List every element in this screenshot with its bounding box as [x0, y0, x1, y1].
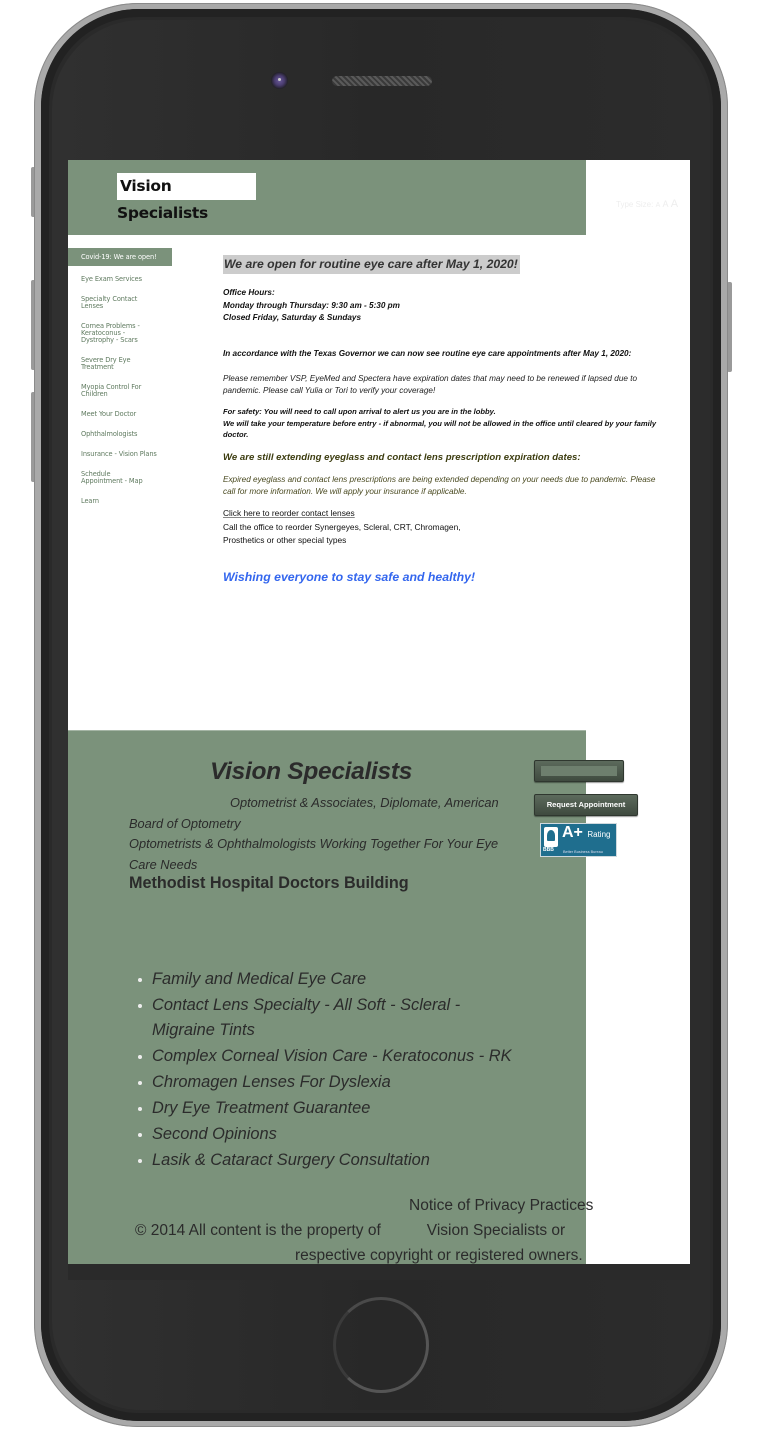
home-button-icon[interactable]	[333, 1297, 429, 1393]
safety-note-1: For safety: You will need to call upon a…	[223, 407, 496, 416]
extending-text: Expired eyeglass and contact lens prescr…	[223, 474, 656, 497]
type-size-control: Type Size: A A A	[616, 198, 678, 210]
bbb-code: BBB	[543, 847, 554, 853]
reorder-contacts-link[interactable]: Click here to reorder contact lenses	[223, 507, 355, 520]
bbb-rating-badge[interactable]: BBB A+ Rating Better Business Bureau	[540, 823, 617, 857]
sidebar-item-schedule[interactable]: Schedule Appointment - Map	[68, 471, 166, 485]
site-footer: Vision Specialists Optometrist & Associa…	[68, 730, 586, 1264]
type-size-label: Type Size:	[616, 200, 654, 209]
footer-blank-button[interactable]	[534, 760, 624, 782]
sidebar-item-doctor[interactable]: Meet Your Doctor	[68, 411, 172, 418]
service-item: Contact Lens Specialty - All Soft - Scle…	[138, 993, 472, 1042]
sidebar-item-cornea[interactable]: Cornea Problems - Keratoconus - Dystroph…	[68, 323, 164, 344]
service-item: Chromagen Lenses For Dyslexia	[138, 1070, 552, 1095]
sidebar-item-dry-eye[interactable]: Severe Dry Eye Treatment	[68, 357, 172, 371]
copyright-part-2: Vision Specialists or	[426, 1222, 566, 1239]
service-item: Family and Medical Eye Care	[138, 967, 552, 992]
copyright-owners: respective copyright or registered owner…	[295, 1247, 583, 1264]
governor-note: In accordance with the Texas Governor we…	[223, 348, 632, 358]
copyright-text: © 2014 All content is the property of Vis…	[135, 1222, 565, 1240]
footer-title: Vision Specialists	[210, 758, 413, 785]
services-list: Family and Medical Eye Care Contact Lens…	[130, 967, 552, 1174]
credentials-line-1: Optometrist & Associates, Diplomate, Ame…	[129, 795, 499, 831]
page-headline: We are open for routine eye care after M…	[223, 255, 520, 274]
office-hours-title: Office Hours:	[223, 288, 275, 297]
safety-note-2: We will take your temperature before ent…	[223, 418, 657, 440]
sidebar-nav: Covid-19: We are open! Eye Exam Services…	[68, 248, 172, 518]
sidebar-item-contact-lenses[interactable]: Specialty Contact Lenses	[68, 296, 172, 310]
bbb-rating-value: A+ Rating	[562, 824, 610, 842]
bbb-rating-word: Rating	[587, 830, 611, 839]
office-hours-weekdays: Monday through Thursday: 9:30 am - 5:30 …	[223, 300, 400, 310]
service-item: Complex Corneal Vision Care - Keratoconu…	[138, 1044, 552, 1069]
office-hours-closed: Closed Friday, Saturday & Sundays	[223, 313, 362, 322]
credentials-line-2: Optometrists & Ophthalmologists Working …	[129, 836, 499, 872]
front-camera-icon	[271, 72, 288, 89]
earpiece-speaker-icon	[332, 76, 432, 86]
service-item: Lasik & Cataract Surgery Consultation	[138, 1148, 552, 1173]
copyright-part-1: © 2014 All content is the property of	[135, 1222, 381, 1239]
sidebar-item-learn[interactable]: Learn	[68, 498, 172, 505]
sidebar-item-eye-exam[interactable]: Eye Exam Services	[68, 276, 172, 283]
type-size-small[interactable]: A	[656, 202, 661, 209]
privacy-practices-link[interactable]: Notice of Privacy Practices	[409, 1197, 593, 1215]
sidebar-item-ophthalmologists[interactable]: Ophthalmologists	[68, 431, 172, 438]
footer-credentials: Optometrist & Associates, Diplomate, Ame…	[129, 793, 524, 875]
type-size-large[interactable]: A	[671, 198, 678, 210]
reorder-line-2: Prosthetics or other special types	[223, 534, 347, 545]
sidebar-item-insurance[interactable]: Insurance - Vision Plans	[68, 451, 172, 458]
sidebar-item-covid[interactable]: Covid-19: We are open!	[68, 248, 172, 266]
service-item: Dry Eye Treatment Guarantee	[138, 1096, 552, 1121]
wish-message: Wishing everyone to stay safe and health…	[223, 569, 476, 584]
bottom-bezel	[68, 1264, 690, 1280]
bbb-torch-icon	[544, 827, 558, 847]
reorder-line-1: Call the office to reorder Synergeyes, S…	[223, 521, 461, 532]
insurance-note: Please remember VSP, EyeMed and Spectera…	[223, 374, 638, 395]
bbb-rating-grade: A+	[562, 824, 583, 841]
type-size-medium[interactable]: A	[663, 199, 669, 209]
sidebar-item-myopia[interactable]: Myopia Control For Children	[68, 384, 158, 398]
extending-heading: We are still extending eyeglass and cont…	[223, 451, 581, 463]
phone-screen: Vision Specialists Type Size: A A A Covi…	[68, 160, 690, 1264]
footer-address: Methodist Hospital Doctors Building	[129, 874, 409, 892]
site-header: Vision Specialists	[68, 160, 586, 235]
service-item: Second Opinions	[138, 1122, 552, 1147]
request-appointment-button[interactable]: Request Appointment	[534, 794, 638, 816]
bbb-subtitle: Better Business Bureau	[563, 850, 603, 854]
main-content: We are open for routine eye care after M…	[223, 255, 668, 584]
site-logo[interactable]: Vision Specialists	[117, 173, 256, 222]
